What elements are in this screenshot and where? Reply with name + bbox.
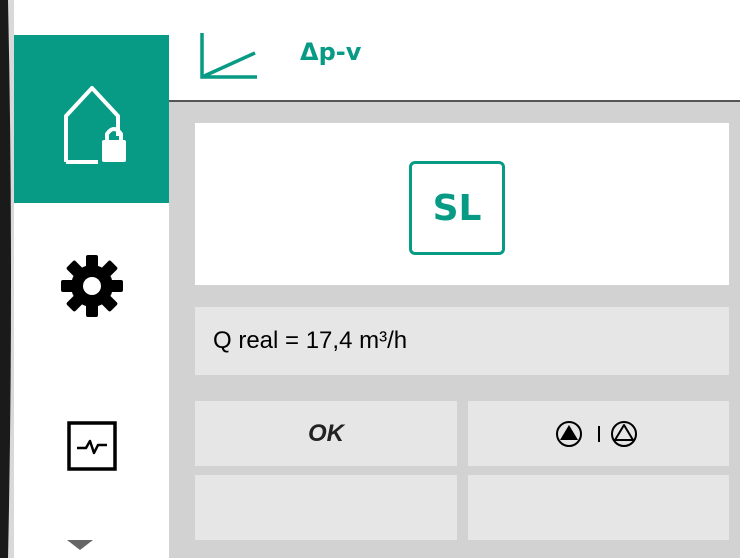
sidebar-item-diagnostics[interactable] bbox=[14, 378, 169, 513]
ok-button[interactable]: OK bbox=[195, 401, 457, 466]
diagnostics-icon bbox=[66, 420, 117, 471]
page-title: Δp-v bbox=[300, 38, 362, 66]
chevron-down-icon[interactable] bbox=[67, 540, 93, 552]
home-lock-icon bbox=[63, 86, 126, 164]
sidebar-item-settings[interactable] bbox=[14, 218, 169, 353]
left-edge-curve bbox=[0, 0, 11, 558]
ok-button-label: OK bbox=[308, 419, 344, 447]
pump-switch-icon bbox=[555, 420, 637, 447]
sidebar bbox=[14, 0, 169, 558]
mode-badge: SL bbox=[409, 161, 505, 255]
empty-button-left[interactable] bbox=[195, 475, 457, 540]
pump-switch-button[interactable] bbox=[468, 401, 729, 466]
control-curve-icon bbox=[200, 33, 257, 79]
empty-button-right[interactable] bbox=[468, 475, 729, 540]
flow-readout: Q real = 17,4 m³/h bbox=[195, 307, 729, 375]
sidebar-item-home[interactable] bbox=[14, 35, 169, 203]
gear-icon bbox=[60, 254, 123, 317]
